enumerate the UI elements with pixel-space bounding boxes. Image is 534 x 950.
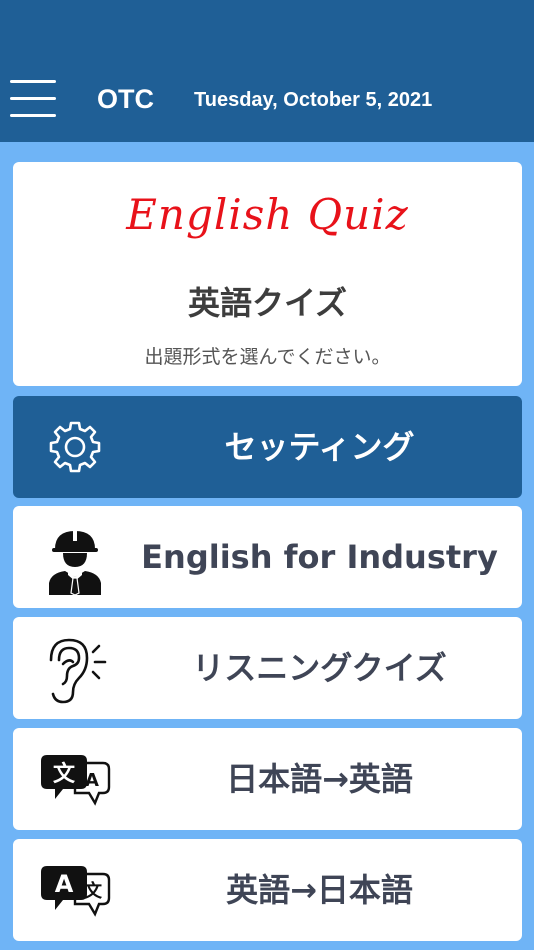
intro-card: English Quiz 英語クイズ 出題形式を選んでください。 — [13, 162, 522, 386]
quiz-title: English Quiz — [126, 190, 409, 239]
hamburger-menu-icon[interactable] — [10, 78, 58, 118]
app-header: OTC Tuesday, October 5, 2021 — [0, 0, 534, 142]
quiz-instruction: 出題形式を選んでください。 — [144, 346, 391, 368]
english-for-industry-label: English for Industry — [141, 538, 498, 576]
ear-icon — [49, 638, 107, 704]
current-date: Tuesday, October 5, 2021 — [194, 89, 433, 111]
gear-icon — [49, 421, 101, 473]
english-to-japanese-label: 英語→日本語 — [226, 871, 413, 909]
svg-text:A: A — [85, 770, 99, 791]
svg-text:文: 文 — [53, 761, 76, 787]
app-name: OTC — [97, 84, 154, 114]
translate-en-ja-icon: 文 A — [41, 866, 111, 917]
english-for-industry-button[interactable]: English for Industry — [13, 506, 522, 608]
quiz-subtitle: 英語クイズ — [187, 284, 348, 322]
translate-ja-en-icon: A 文 — [41, 755, 111, 806]
settings-button[interactable]: セッティング — [13, 396, 522, 498]
listening-quiz-label: リスニングクイズ — [192, 649, 447, 687]
english-to-japanese-button[interactable]: 文 A 英語→日本語 — [13, 839, 522, 941]
japanese-to-english-button[interactable]: A 文 日本語→英語 — [13, 728, 522, 830]
svg-text:A: A — [55, 870, 74, 898]
worker-icon — [49, 529, 101, 595]
japanese-to-english-label: 日本語→英語 — [226, 760, 413, 798]
settings-label: セッティング — [224, 428, 415, 466]
listening-quiz-button[interactable]: リスニングクイズ — [13, 617, 522, 719]
